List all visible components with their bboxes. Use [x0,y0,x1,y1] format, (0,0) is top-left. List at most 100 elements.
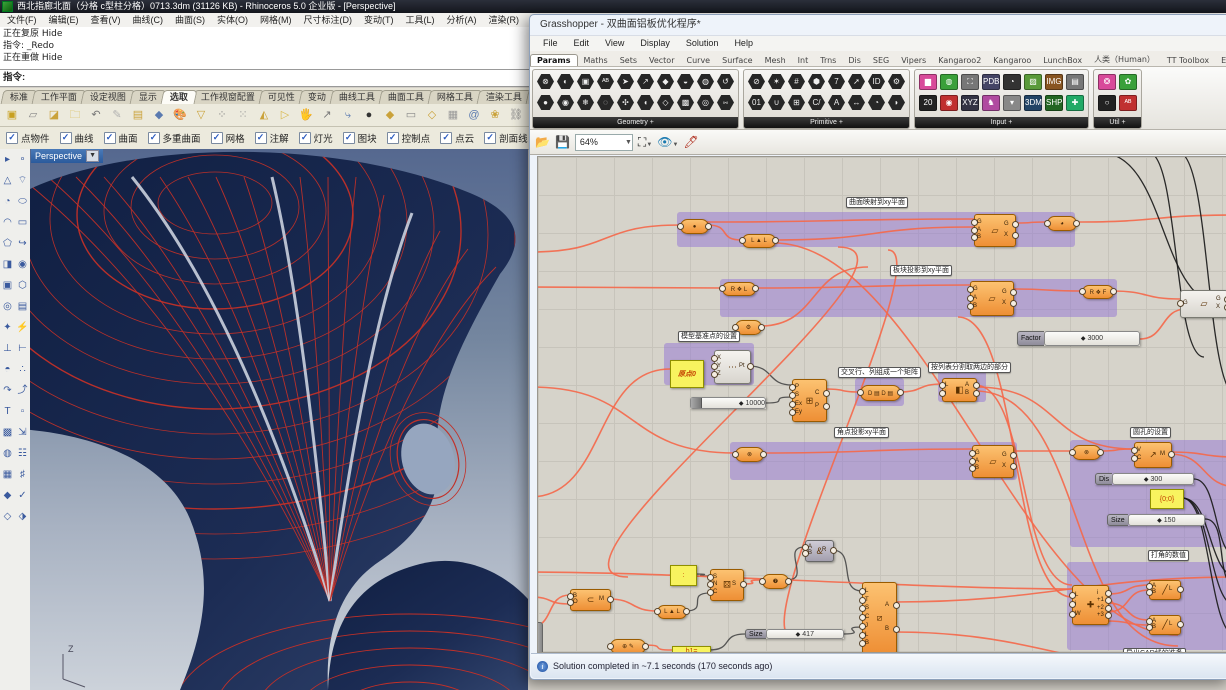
rhino-sidebar-tool-icon[interactable]: ⌔ [15,170,30,191]
rhino-sidebar-tool-icon[interactable]: ◆ [0,485,15,506]
gh-tab-Extra[interactable]: Extra [1215,55,1226,66]
palette-icon[interactable]: 20 [919,95,937,111]
palette-icon[interactable]: ↺ [717,74,734,89]
palette-icon[interactable]: ○ [1098,95,1116,111]
rhino-sidebar-tool-icon[interactable]: ✦ [0,317,15,338]
rhino-sidebar-tool-icon[interactable]: ◔ [0,191,15,212]
gh-port[interactable] [677,223,684,230]
rhino-tab-选取[interactable]: 选取 [161,90,198,104]
osnap-checkbox[interactable]: ✓ [148,132,160,144]
palette-icon[interactable]: ◆ [657,74,674,89]
rhino-sidebar-tool-icon[interactable]: ▩ [0,422,15,443]
gh-tab-Vector[interactable]: Vector [643,55,681,66]
gh-tab-Kangaroo[interactable]: Kangaroo [987,55,1037,66]
osnap-checkbox[interactable]: ✓ [6,132,18,144]
gh-port[interactable] [1110,288,1117,295]
osnap-checkbox[interactable]: ✓ [299,132,311,144]
gh-port[interactable] [1073,220,1080,227]
palette-icon[interactable]: ✣ [617,95,634,110]
slider-handle[interactable]: ◆ [1157,517,1162,524]
gh-tab-Curve[interactable]: Curve [681,55,717,66]
slider-handle[interactable]: ◆ [739,400,744,407]
palette-icon[interactable]: ▆ [919,74,937,90]
gh-panel-mini-panel[interactable]: : [670,565,697,586]
rhino-viewport[interactable]: Perspective ▼ Z [30,149,528,690]
palette-icon[interactable]: ᴬᴮ [1119,95,1137,111]
rhino-sidebar-tool-icon[interactable]: ◍ [0,443,15,464]
gh-port[interactable] [719,285,726,292]
palette-icon[interactable]: ➤ [617,74,634,89]
slider-grip[interactable] [691,398,702,408]
osnap-checkbox[interactable]: ✓ [484,132,496,144]
gh-port[interactable] [785,578,792,585]
rhino-toolbar-icon[interactable]: ◪ [45,106,63,124]
rhino-toolbar-icon[interactable]: ✎ [108,106,126,124]
rhino-toolbar-icon[interactable]: 🎨 [171,106,189,124]
rhino-sidebar-tool-icon[interactable]: ▦ [0,464,15,485]
palette-group-label[interactable]: Primitive + [744,117,909,128]
rhino-menu-item[interactable]: 网格(M) [255,13,297,27]
zoom-extents-icon[interactable]: ⛶▼ [638,135,652,150]
rhino-sidebar-tool-icon[interactable]: ⬠ [0,233,15,254]
palette-icon[interactable]: ⛶ [961,74,979,90]
sketch-pen-icon[interactable]: 🖊 [683,135,698,149]
rhino-sidebar-tool-icon[interactable]: ⚡ [15,317,30,338]
gh-panel-path-panel[interactable]: {0;0} [1150,489,1184,509]
osnap-点云[interactable]: ✓点云 [440,131,474,145]
rhino-sidebar-tool-icon[interactable]: ▫ [15,401,30,422]
osnap-网格[interactable]: ✓网格 [211,131,245,145]
rhino-sidebar-tool-icon[interactable]: ⊥ [0,338,15,359]
gh-output-port-B[interactable] [973,390,980,397]
rhino-menu-item[interactable]: 编辑(E) [44,13,84,27]
gh-menu-file[interactable]: File [536,36,565,51]
rhino-sidebar-tool-icon[interactable]: ◠ [0,212,15,233]
gh-port[interactable] [772,237,779,244]
slider-track[interactable]: ◆3000 [1044,331,1140,346]
rhino-toolbar-icon[interactable]: ▱ [24,106,42,124]
palette-icon[interactable]: ▤ [1066,74,1084,90]
palette-icon[interactable]: ⚙ [888,74,905,89]
palette-icon[interactable]: ◉ [940,95,958,111]
rhino-menu-item[interactable]: 曲面(S) [170,13,210,27]
gh-port[interactable] [758,324,765,331]
viewport-3d-render[interactable]: Z [30,149,528,690]
palette-icon[interactable]: IMG [1045,74,1063,90]
slider-handle[interactable]: ◆ [1081,335,1086,342]
osnap-曲线[interactable]: ✓曲线 [60,131,94,145]
osnap-checkbox[interactable]: ✓ [255,132,267,144]
palette-icon[interactable]: ❂ [1098,74,1116,90]
gh-component-plus-capsule[interactable]: ⊕ ✎ [610,639,646,653]
palette-icon[interactable]: ◉ [557,95,574,110]
rhino-sidebar-tool-icon[interactable]: ▣ [0,275,15,296]
gh-port[interactable] [654,608,661,615]
osnap-多重曲面[interactable]: ✓多重曲面 [148,131,201,145]
palette-group-label[interactable]: Input + [915,117,1088,128]
rhino-tab-设定视图[interactable]: 设定视图 [81,90,136,104]
viewport-title-tab[interactable]: Perspective ▼ [31,149,103,163]
gh-tab-TT Toolbox[interactable]: TT Toolbox [1161,55,1215,66]
gh-tab-人类（Human）[interactable]: 人类（Human） [1088,53,1161,66]
gh-slider-dis-slider[interactable]: Dis◆300 [1095,473,1194,485]
palette-icon[interactable]: ◔ [868,95,885,110]
gh-output-port-Pt[interactable] [747,363,754,370]
rhino-toolbar-icon[interactable]: ⁙ [234,106,252,124]
gh-output-port-L[interactable] [1177,586,1184,593]
osnap-checkbox[interactable]: ✓ [387,132,399,144]
gh-output-port-M[interactable] [1168,451,1175,458]
rhino-tab-工作视窗配置[interactable]: 工作视窗配置 [192,90,265,104]
rhino-sidebar-tool-icon[interactable]: ▸ [0,149,15,170]
gh-tab-Params[interactable]: Params [530,54,578,66]
preview-eye-icon[interactable]: 👁▼ [657,135,678,149]
gh-tab-Sets[interactable]: Sets [614,55,643,66]
palette-icon[interactable]: ✶ [768,74,785,89]
gh-tab-Int[interactable]: Int [792,55,815,66]
rhino-sidebar-tool-icon[interactable]: ∴ [15,359,30,380]
palette-group-label[interactable]: Geometry + [533,117,738,128]
gh-output-port-M[interactable] [607,596,614,603]
gh-tab-Kangaroo2[interactable]: Kangaroo2 [932,55,987,66]
rhino-tab-工作平面[interactable]: 工作平面 [32,90,87,104]
gh-port[interactable] [1097,449,1104,456]
rhino-toolbar-icon[interactable]: @ [465,106,483,124]
gh-port[interactable] [607,643,614,650]
palette-icon[interactable]: ID [868,74,885,89]
